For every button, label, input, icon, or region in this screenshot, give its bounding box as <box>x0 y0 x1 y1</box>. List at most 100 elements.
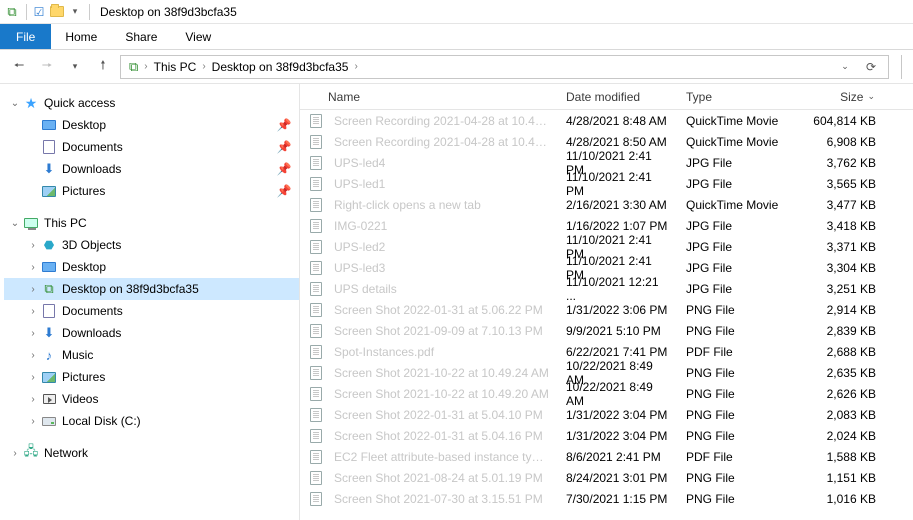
expand-icon[interactable]: › <box>26 328 40 339</box>
column-header-type[interactable]: Type <box>678 90 798 104</box>
file-name: Screen Shot 2022-01-31 at 5.06.22 PM <box>326 303 558 317</box>
tree-label: Quick access <box>44 96 293 110</box>
file-icon <box>306 261 326 275</box>
tree-qa-pictures[interactable]: Pictures 📌 <box>4 180 299 202</box>
file-row[interactable]: Screen Shot 2022-01-31 at 5.04.10 PM1/31… <box>300 404 913 425</box>
pictures-icon <box>40 183 58 199</box>
refresh-button[interactable]: ⟳ <box>858 54 884 80</box>
file-row[interactable]: Screen Shot 2021-08-24 at 5.01.19 PM8/24… <box>300 467 913 488</box>
column-header-name[interactable]: Name <box>300 90 558 104</box>
tree-local-disk[interactable]: › Local Disk (C:) <box>4 410 299 432</box>
tab-view[interactable]: View <box>171 24 225 49</box>
file-type: JPG File <box>678 156 798 170</box>
file-icon <box>306 135 326 149</box>
expand-icon[interactable]: › <box>26 240 40 251</box>
search-input[interactable] <box>901 55 907 79</box>
file-row[interactable]: UPS-led111/10/2021 2:41 PMJPG File3,565 … <box>300 173 913 194</box>
file-name: IMG-0221 <box>326 219 558 233</box>
collapse-icon[interactable]: ⌄ <box>8 218 22 229</box>
file-date: 11/10/2021 2:41 PM <box>558 170 678 198</box>
separator <box>26 4 27 20</box>
qat-properties-icon[interactable]: ☑ <box>31 4 47 20</box>
expand-icon[interactable]: › <box>26 372 40 383</box>
sort-desc-icon: ⌄ <box>867 91 875 102</box>
expand-icon[interactable]: › <box>26 262 40 273</box>
breadcrumb-this-pc[interactable]: This PC <box>150 56 201 78</box>
tree-3d-objects[interactable]: ›⬣ 3D Objects <box>4 234 299 256</box>
expand-icon[interactable]: › <box>26 350 40 361</box>
file-icon <box>306 450 326 464</box>
file-tab[interactable]: File <box>0 24 51 49</box>
file-name: Spot-Instances.pdf <box>326 345 558 359</box>
expand-icon[interactable]: › <box>26 284 40 295</box>
file-icon <box>306 324 326 338</box>
file-row[interactable]: Screen Shot 2022-01-31 at 5.04.16 PM1/31… <box>300 425 913 446</box>
forward-button[interactable]: 🠖 <box>34 54 60 80</box>
file-name: UPS-led3 <box>326 261 558 275</box>
tree-label: Desktop on 38f9d3bcfa35 <box>62 282 293 296</box>
chevron-right-icon[interactable]: › <box>352 61 359 72</box>
file-date: 8/6/2021 2:41 PM <box>558 450 678 464</box>
expand-icon[interactable]: › <box>26 306 40 317</box>
file-size: 3,371 KB <box>798 240 884 254</box>
qat-folder-icon[interactable] <box>49 4 65 20</box>
qat-dropdown-icon[interactable]: ▾ <box>67 4 83 20</box>
main-area: ⌄ ★ Quick access Desktop 📌 Documents 📌 ⬇… <box>0 84 913 520</box>
tree-quick-access[interactable]: ⌄ ★ Quick access <box>4 92 299 114</box>
column-header-size[interactable]: Size ⌄ <box>798 90 884 104</box>
tree-qa-documents[interactable]: Documents 📌 <box>4 136 299 158</box>
expand-icon[interactable]: › <box>8 448 22 459</box>
file-row[interactable]: Screen Shot 2021-07-30 at 3.15.51 PM7/30… <box>300 488 913 509</box>
file-row[interactable]: Screen Shot 2021-10-22 at 10.49.20 AM10/… <box>300 383 913 404</box>
tree-music[interactable]: ›♪ Music <box>4 344 299 366</box>
file-row[interactable]: EC2 Fleet attribute-based instance type … <box>300 446 913 467</box>
file-date: 7/30/2021 1:15 PM <box>558 492 678 506</box>
address-bar[interactable]: ⧉ › This PC › Desktop on 38f9d3bcfa35 › … <box>120 55 889 79</box>
tree-downloads[interactable]: ›⬇ Downloads <box>4 322 299 344</box>
back-button[interactable]: 🠔 <box>6 54 32 80</box>
collapse-icon[interactable]: ⌄ <box>8 98 22 109</box>
tree-documents[interactable]: › Documents <box>4 300 299 322</box>
pin-icon: 📌 <box>275 162 293 176</box>
file-type: PNG File <box>678 429 798 443</box>
tree-desktop[interactable]: › Desktop <box>4 256 299 278</box>
chevron-right-icon[interactable]: › <box>200 61 207 72</box>
column-header-row: Name Date modified Type Size ⌄ <box>300 84 913 110</box>
expand-icon[interactable]: › <box>26 394 40 405</box>
file-size: 3,418 KB <box>798 219 884 233</box>
address-dropdown-icon[interactable]: ⌄ <box>832 54 858 80</box>
file-row[interactable]: Screen Shot 2022-01-31 at 5.06.22 PM1/31… <box>300 299 913 320</box>
file-size: 1,588 KB <box>798 450 884 464</box>
file-size: 2,839 KB <box>798 324 884 338</box>
file-icon <box>306 198 326 212</box>
tab-share[interactable]: Share <box>111 24 171 49</box>
file-row[interactable]: Right-click opens a new tab2/16/2021 3:3… <box>300 194 913 215</box>
up-button[interactable]: 🠕 <box>90 54 116 80</box>
address-root-icon[interactable]: ⧉ <box>125 56 142 78</box>
breadcrumb-current[interactable]: Desktop on 38f9d3bcfa35 <box>208 56 353 78</box>
tree-qa-downloads[interactable]: ⬇ Downloads 📌 <box>4 158 299 180</box>
tree-qa-desktop[interactable]: Desktop 📌 <box>4 114 299 136</box>
file-icon <box>306 240 326 254</box>
window-title: Desktop on 38f9d3bcfa35 <box>100 5 237 19</box>
tree-label: Downloads <box>62 162 275 176</box>
expand-icon[interactable]: › <box>26 416 40 427</box>
file-row[interactable]: Screen Shot 2021-09-09 at 7.10.13 PM9/9/… <box>300 320 913 341</box>
tree-network[interactable]: › 🖧 Network <box>4 442 299 464</box>
column-header-date[interactable]: Date modified <box>558 90 678 104</box>
tree-videos[interactable]: › Videos <box>4 388 299 410</box>
file-row[interactable]: UPS details11/10/2021 12:21 ...JPG File3… <box>300 278 913 299</box>
nav-tree[interactable]: ⌄ ★ Quick access Desktop 📌 Documents 📌 ⬇… <box>0 84 300 520</box>
file-type: JPG File <box>678 261 798 275</box>
file-type: PNG File <box>678 303 798 317</box>
tree-pictures[interactable]: › Pictures <box>4 366 299 388</box>
tree-label: This PC <box>44 216 293 230</box>
tab-home[interactable]: Home <box>51 24 111 49</box>
file-rows[interactable]: Screen Recording 2021-04-28 at 10.44.05 … <box>300 110 913 520</box>
file-row[interactable]: Screen Recording 2021-04-28 at 10.44.05 … <box>300 110 913 131</box>
titlebar: ⧉ ☑ ▾ Desktop on 38f9d3bcfa35 <box>0 0 913 24</box>
recent-dropdown[interactable]: ▾ <box>62 54 88 80</box>
tree-this-pc[interactable]: ⌄ This PC <box>4 212 299 234</box>
tree-remote-desktop[interactable]: ›⧉ Desktop on 38f9d3bcfa35 <box>4 278 299 300</box>
chevron-right-icon[interactable]: › <box>142 61 149 72</box>
